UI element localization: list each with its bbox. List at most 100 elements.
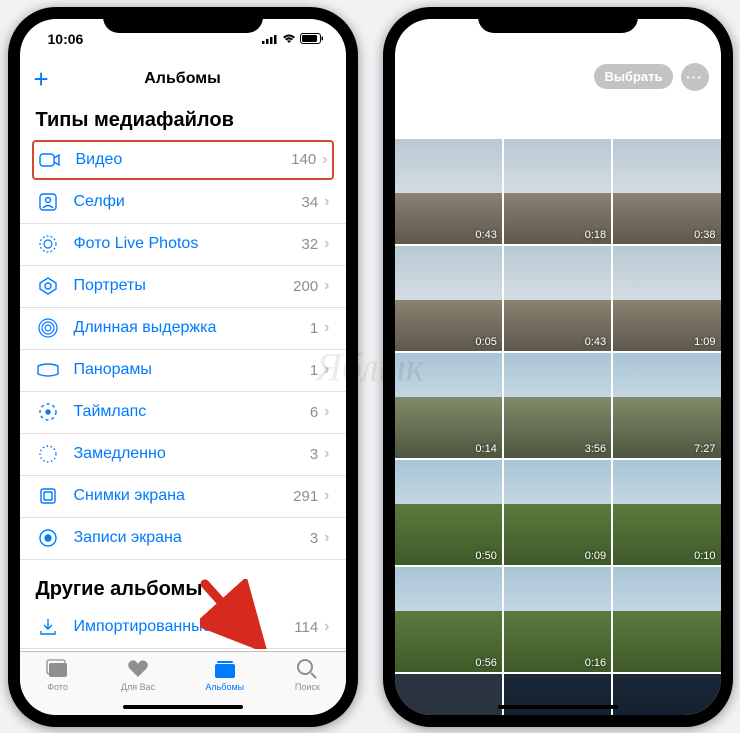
wifi-icon bbox=[657, 34, 671, 44]
chevron-right-icon: › bbox=[324, 319, 329, 337]
nav-bar: + Альбомы bbox=[20, 59, 346, 99]
chevron-right-icon: › bbox=[324, 193, 329, 211]
row-longexposure[interactable]: Длинная выдержка 1 › bbox=[20, 308, 346, 350]
row-count: 32 bbox=[301, 236, 318, 253]
video-thumb[interactable]: 1:09 bbox=[613, 246, 720, 351]
duration: 0:10 bbox=[694, 550, 715, 562]
row-timelapse[interactable]: Таймлапс 6 › bbox=[20, 392, 346, 434]
duration: 0:43 bbox=[475, 229, 496, 241]
status-time: 10:06 bbox=[48, 31, 84, 47]
video-thumb[interactable]: 3:56 bbox=[504, 353, 611, 458]
tab-foryou[interactable]: Для Вас bbox=[121, 658, 155, 692]
video-thumb[interactable]: 0:09 bbox=[504, 460, 611, 565]
row-label: Селфи bbox=[74, 193, 302, 211]
tab-albums[interactable]: Альбомы bbox=[205, 658, 244, 692]
row-count: 200 bbox=[293, 278, 318, 295]
import-icon bbox=[36, 615, 60, 639]
tab-photos[interactable]: Фото bbox=[45, 658, 71, 692]
row-count: 140 bbox=[291, 151, 316, 168]
video-thumb[interactable]: 7:27 bbox=[613, 353, 720, 458]
row-livephotos[interactable]: Фото Live Photos 32 › bbox=[20, 224, 346, 266]
video-thumb[interactable]: 0:43 bbox=[504, 246, 611, 351]
row-video[interactable]: Видео 140 › bbox=[32, 140, 334, 180]
row-label: Видео bbox=[76, 151, 292, 169]
video-thumb[interactable] bbox=[613, 567, 720, 672]
photos-icon bbox=[45, 658, 71, 680]
video-header: ‹ Альбомы Выбрать ··· Видео bbox=[395, 59, 721, 139]
search-icon bbox=[294, 658, 320, 680]
row-panoramas[interactable]: Панорамы 1 › bbox=[20, 350, 346, 392]
page-title: Видео bbox=[407, 95, 709, 134]
slomo-icon bbox=[36, 442, 60, 466]
row-label: Панорамы bbox=[74, 361, 310, 379]
notch bbox=[478, 7, 638, 33]
wifi-icon bbox=[282, 34, 296, 44]
row-label: Замедленно bbox=[74, 445, 310, 463]
row-label: Длинная выдержка bbox=[74, 319, 310, 337]
chevron-right-icon: › bbox=[322, 151, 327, 169]
portrait-icon bbox=[36, 274, 60, 298]
duration: 0:14 bbox=[475, 443, 496, 455]
row-label: Импортированные bbox=[74, 618, 295, 636]
notch bbox=[103, 7, 263, 33]
row-count: 1 bbox=[310, 320, 318, 337]
selfie-icon bbox=[36, 190, 60, 214]
video-thumb[interactable]: 0:10 bbox=[613, 460, 720, 565]
add-button[interactable]: + bbox=[34, 66, 49, 92]
chevron-right-icon: › bbox=[324, 361, 329, 379]
tab-search[interactable]: Поиск bbox=[294, 658, 320, 692]
longexposure-icon bbox=[36, 316, 60, 340]
nav-title: Альбомы bbox=[144, 70, 221, 88]
more-button[interactable]: ··· bbox=[681, 63, 709, 91]
row-slomo[interactable]: Замедленно 3 › bbox=[20, 434, 346, 476]
row-count: 114 bbox=[294, 619, 318, 636]
row-count: 6 bbox=[310, 404, 318, 421]
video-thumb[interactable]: 1:25 bbox=[395, 674, 502, 715]
phone-left: 10:06 + Альбомы Типы медиафайлов Видео 1… bbox=[8, 7, 358, 727]
video-thumb[interactable]: 0:38 bbox=[613, 139, 720, 244]
video-thumb[interactable]: 0:05 bbox=[395, 246, 502, 351]
select-button[interactable]: Выбрать bbox=[594, 64, 672, 89]
row-selfie[interactable]: Селфи 34 › bbox=[20, 182, 346, 224]
foryou-icon bbox=[125, 658, 151, 680]
home-indicator[interactable] bbox=[123, 705, 243, 709]
tab-label: Фото bbox=[47, 682, 68, 692]
video-icon bbox=[38, 148, 62, 172]
duration: 0:16 bbox=[585, 657, 606, 669]
screenshot-icon bbox=[36, 484, 60, 508]
livephoto-icon bbox=[36, 232, 60, 256]
tab-label: Альбомы bbox=[205, 682, 244, 692]
chevron-right-icon: › bbox=[324, 445, 329, 463]
row-portraits[interactable]: Портреты 200 › bbox=[20, 266, 346, 308]
video-thumb[interactable]: 0:16 bbox=[504, 567, 611, 672]
chevron-right-icon: › bbox=[324, 235, 329, 253]
chevron-left-icon: ‹ bbox=[407, 65, 414, 88]
chevron-right-icon: › bbox=[324, 529, 329, 547]
chevron-right-icon: › bbox=[324, 403, 329, 421]
home-indicator[interactable] bbox=[498, 705, 618, 709]
video-grid[interactable]: 0:43 0:18 0:38 0:05 0:43 1:09 0:14 3:56 … bbox=[395, 139, 721, 715]
duration: 0:56 bbox=[475, 657, 496, 669]
row-count: 3 bbox=[310, 530, 318, 547]
row-screenrecordings[interactable]: Записи экрана 3 › bbox=[20, 518, 346, 560]
row-label: Таймлапс bbox=[74, 403, 310, 421]
row-label: Фото Live Photos bbox=[74, 235, 302, 253]
video-thumb[interactable]: 0:14 bbox=[395, 353, 502, 458]
signal-icon bbox=[262, 34, 278, 44]
video-thumb[interactable] bbox=[613, 674, 720, 715]
row-count: 34 bbox=[301, 194, 318, 211]
section-header-media: Типы медиафайлов bbox=[20, 99, 346, 138]
video-thumb[interactable]: 0:56 bbox=[395, 567, 502, 672]
tab-label: Поиск bbox=[295, 682, 320, 692]
row-screenshots[interactable]: Снимки экрана 291 › bbox=[20, 476, 346, 518]
row-label: Записи экрана bbox=[74, 529, 310, 547]
albums-content[interactable]: Типы медиафайлов Видео 140 › Селфи 34 › … bbox=[20, 99, 346, 651]
video-thumb[interactable]: 0:50 bbox=[395, 460, 502, 565]
row-imported[interactable]: Импортированные 114 › bbox=[20, 607, 346, 649]
back-label: Альбомы bbox=[415, 69, 475, 85]
video-thumb[interactable]: 0:18 bbox=[504, 139, 611, 244]
row-count: 1 bbox=[310, 362, 318, 379]
video-thumb[interactable]: 0:43 bbox=[395, 139, 502, 244]
back-button[interactable]: ‹ Альбомы bbox=[407, 65, 476, 88]
duration: 0:43 bbox=[585, 336, 606, 348]
